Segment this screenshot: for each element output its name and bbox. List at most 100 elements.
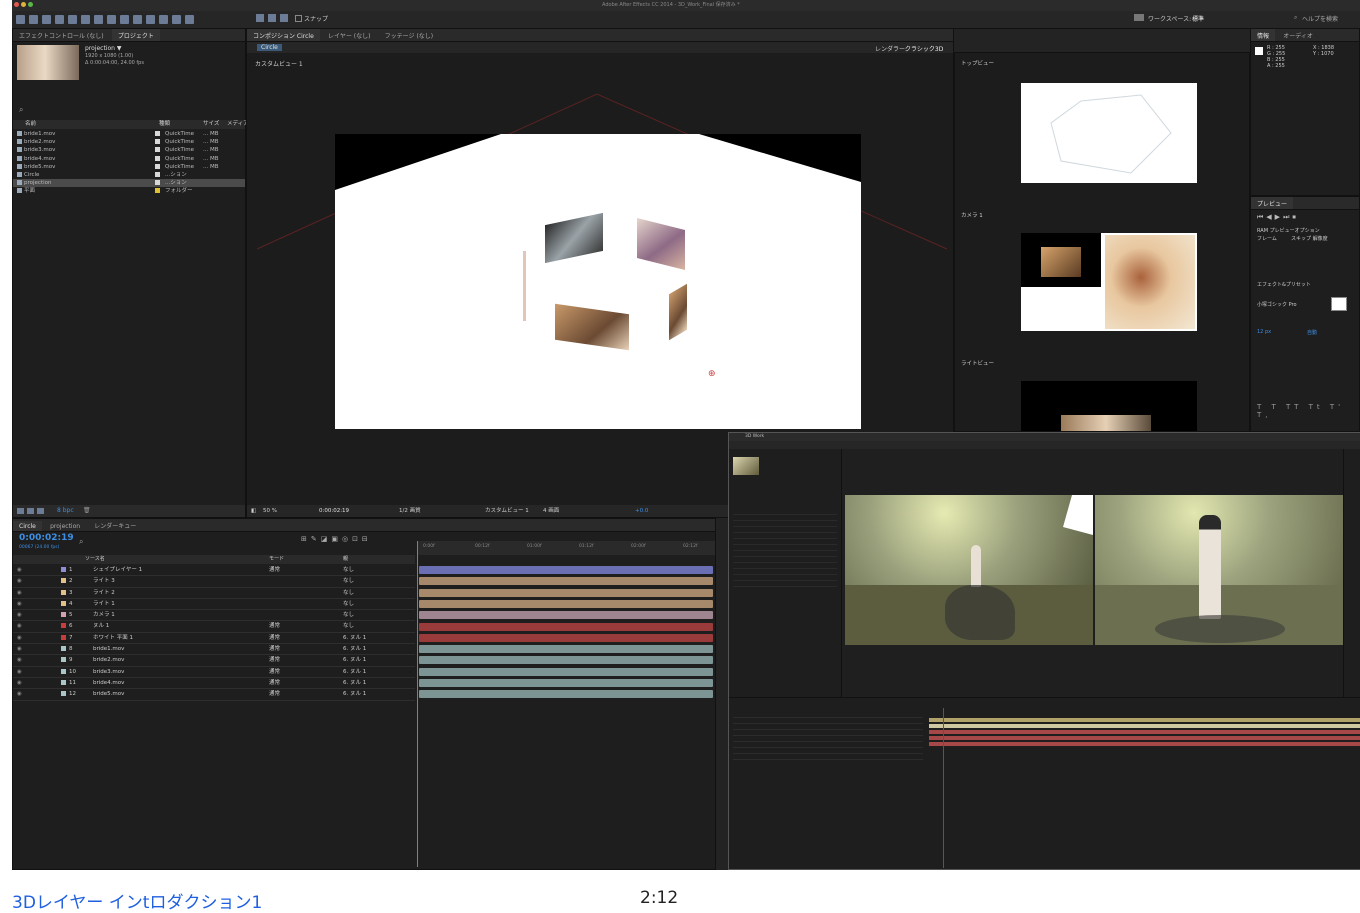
bpc-toggle[interactable]: 8 bpc bbox=[57, 507, 74, 514]
tab-composition[interactable]: コンポジション Circle bbox=[247, 29, 320, 41]
new-folder-icon[interactable] bbox=[27, 508, 34, 514]
layer-duration-bar[interactable] bbox=[419, 611, 713, 620]
right-view-canvas[interactable] bbox=[1021, 381, 1197, 431]
view-select[interactable]: カスタムビュー 1 bbox=[485, 505, 529, 517]
layer-parent[interactable]: なし bbox=[343, 610, 354, 620]
layer-parent[interactable]: 6. ヌル 1 bbox=[343, 633, 366, 643]
layer-name[interactable]: ライト 3 bbox=[93, 576, 115, 586]
tab-projection[interactable]: projection bbox=[44, 521, 86, 531]
label-color[interactable] bbox=[155, 131, 160, 136]
project-item[interactable]: bride4.mov QuickTime ... MB bbox=[13, 155, 245, 163]
layer-row[interactable]: ◉ 8 bride1.mov 通常 6. ヌル 1 bbox=[13, 644, 415, 656]
type-tool-icon[interactable] bbox=[120, 15, 129, 24]
col-type[interactable]: 種類 bbox=[159, 120, 170, 129]
layer-name[interactable]: ライト 1 bbox=[93, 599, 115, 609]
layer-parent[interactable]: なし bbox=[343, 576, 354, 586]
trash-icon[interactable]: 🗑 bbox=[83, 507, 91, 514]
layer-duration-bar[interactable] bbox=[419, 599, 713, 608]
layer-row[interactable]: ◉ 3 ライト 2 なし bbox=[13, 588, 415, 599]
snap-checkbox[interactable] bbox=[295, 15, 302, 22]
fill-color-swatch[interactable] bbox=[1331, 297, 1347, 311]
layer-name[interactable]: シェイプレイヤー 1 bbox=[93, 565, 142, 575]
project-item[interactable]: bride5.mov QuickTime ... MB bbox=[13, 163, 245, 171]
layer-mode[interactable]: 通常 bbox=[269, 678, 280, 688]
layer-name[interactable]: カメラ 1 bbox=[93, 610, 115, 620]
layer-label-color[interactable] bbox=[61, 668, 66, 674]
shape-tool-icon[interactable] bbox=[94, 15, 103, 24]
timeline-current-time[interactable]: 0:00:02:19 bbox=[19, 533, 74, 543]
layer-label-color[interactable] bbox=[61, 612, 66, 618]
layer-duration-bar[interactable] bbox=[419, 588, 713, 597]
tab-footage[interactable]: フッテージ (なし) bbox=[379, 29, 439, 41]
layer-duration-bar[interactable] bbox=[419, 633, 713, 642]
zoom-tool-icon[interactable] bbox=[42, 15, 51, 24]
layer-name[interactable]: ホワイト 平面 1 bbox=[93, 633, 133, 643]
tab-info[interactable]: 情報 bbox=[1251, 29, 1276, 41]
eye-icon[interactable]: ◉ bbox=[17, 678, 22, 688]
workspace-select[interactable]: 標準 bbox=[1192, 14, 1204, 23]
layer-label-color[interactable] bbox=[61, 578, 66, 584]
layer-parent[interactable]: 6. ヌル 1 bbox=[343, 689, 366, 699]
col-parent[interactable]: 親 bbox=[343, 555, 348, 564]
rotate-tool-icon[interactable] bbox=[55, 15, 64, 24]
layer-mode[interactable]: 通常 bbox=[269, 689, 280, 699]
null-anchor-icon[interactable]: ⊕ bbox=[708, 369, 716, 379]
selection-tool-icon[interactable] bbox=[16, 15, 25, 24]
tab-layer[interactable]: レイヤー (なし) bbox=[322, 29, 376, 41]
layer-duration-bar[interactable] bbox=[419, 690, 713, 699]
layer-duration-bar[interactable] bbox=[419, 577, 713, 586]
layer-name[interactable]: bride1.mov bbox=[93, 644, 124, 654]
project-item[interactable]: bride1.mov QuickTime ... MB bbox=[13, 130, 245, 138]
layer-parent[interactable]: なし bbox=[343, 588, 354, 598]
layer-duration-bar[interactable] bbox=[419, 667, 713, 676]
comp-chip[interactable]: Circle bbox=[257, 44, 282, 51]
pan-behind-tool-icon[interactable] bbox=[81, 15, 90, 24]
layer-row[interactable]: ◉ 1 シェイプレイヤー 1 通常 なし bbox=[13, 565, 415, 577]
layer-parent[interactable]: なし bbox=[343, 565, 354, 575]
world-axis-icon[interactable] bbox=[268, 14, 276, 22]
playhead[interactable] bbox=[417, 541, 418, 867]
layer-row[interactable]: ◉ 2 ライト 3 なし bbox=[13, 576, 415, 588]
layer-label-color[interactable] bbox=[61, 646, 66, 652]
tab-project[interactable]: プロジェクト bbox=[111, 29, 160, 41]
layer-label-color[interactable] bbox=[61, 657, 66, 663]
camera-view-canvas[interactable] bbox=[1021, 233, 1197, 331]
view-axis-icon[interactable] bbox=[280, 14, 288, 22]
project-item[interactable]: bride3.mov QuickTime ... MB bbox=[13, 146, 245, 154]
eye-icon[interactable]: ◉ bbox=[17, 667, 22, 677]
layer-label-color[interactable] bbox=[61, 623, 66, 629]
layer-label-color[interactable] bbox=[61, 567, 66, 572]
label-color[interactable] bbox=[155, 139, 160, 145]
local-axis-icon[interactable] bbox=[256, 14, 264, 22]
layout-select[interactable]: 4 画面 bbox=[543, 505, 559, 517]
current-time-display[interactable]: 0:00:02:19 bbox=[319, 505, 349, 517]
eye-icon[interactable]: ◉ bbox=[17, 621, 22, 631]
tab-effect-controls[interactable]: エフェクトコントロール (なし) bbox=[13, 29, 110, 41]
layer-duration-bar[interactable] bbox=[419, 622, 713, 631]
col-mode[interactable]: モード bbox=[269, 555, 284, 564]
ram-preview-options[interactable]: RAM プレビューオプション bbox=[1257, 227, 1320, 234]
layer-row[interactable]: ◉ 6 ヌル 1 通常 なし bbox=[13, 621, 415, 633]
eye-icon[interactable]: ◉ bbox=[17, 644, 22, 654]
layer-mode[interactable]: 通常 bbox=[269, 633, 280, 643]
col-size[interactable]: サイズ bbox=[203, 120, 219, 129]
project-search-icon[interactable]: ⌕ bbox=[19, 105, 23, 115]
label-color[interactable] bbox=[155, 163, 160, 169]
tab-render-queue[interactable]: レンダーキュー bbox=[88, 519, 142, 531]
eye-icon[interactable]: ◉ bbox=[17, 633, 22, 643]
hand-tool-icon[interactable] bbox=[29, 15, 38, 24]
exposure-value[interactable]: +0.0 bbox=[635, 505, 648, 517]
clone-stamp-tool-icon[interactable] bbox=[146, 15, 155, 24]
layer-duration-bar[interactable] bbox=[419, 566, 713, 574]
layer-label-color[interactable] bbox=[61, 634, 66, 640]
layer-row[interactable]: ◉ 5 カメラ 1 なし bbox=[13, 610, 415, 622]
layer-duration-bar[interactable] bbox=[419, 679, 713, 687]
layer-name[interactable]: bride4.mov bbox=[93, 678, 124, 688]
new-comp-icon[interactable] bbox=[37, 508, 44, 514]
layer-row[interactable]: ◉ 4 ライト 1 なし bbox=[13, 599, 415, 611]
eye-icon[interactable]: ◉ bbox=[17, 655, 22, 665]
zoom-select[interactable]: 50 % bbox=[263, 505, 277, 517]
font-size-value[interactable]: 12 px bbox=[1257, 329, 1271, 335]
layer-name[interactable]: bride3.mov bbox=[93, 667, 124, 677]
layer-row[interactable]: ◉ 11 bride4.mov 通常 6. ヌル 1 bbox=[13, 678, 415, 690]
